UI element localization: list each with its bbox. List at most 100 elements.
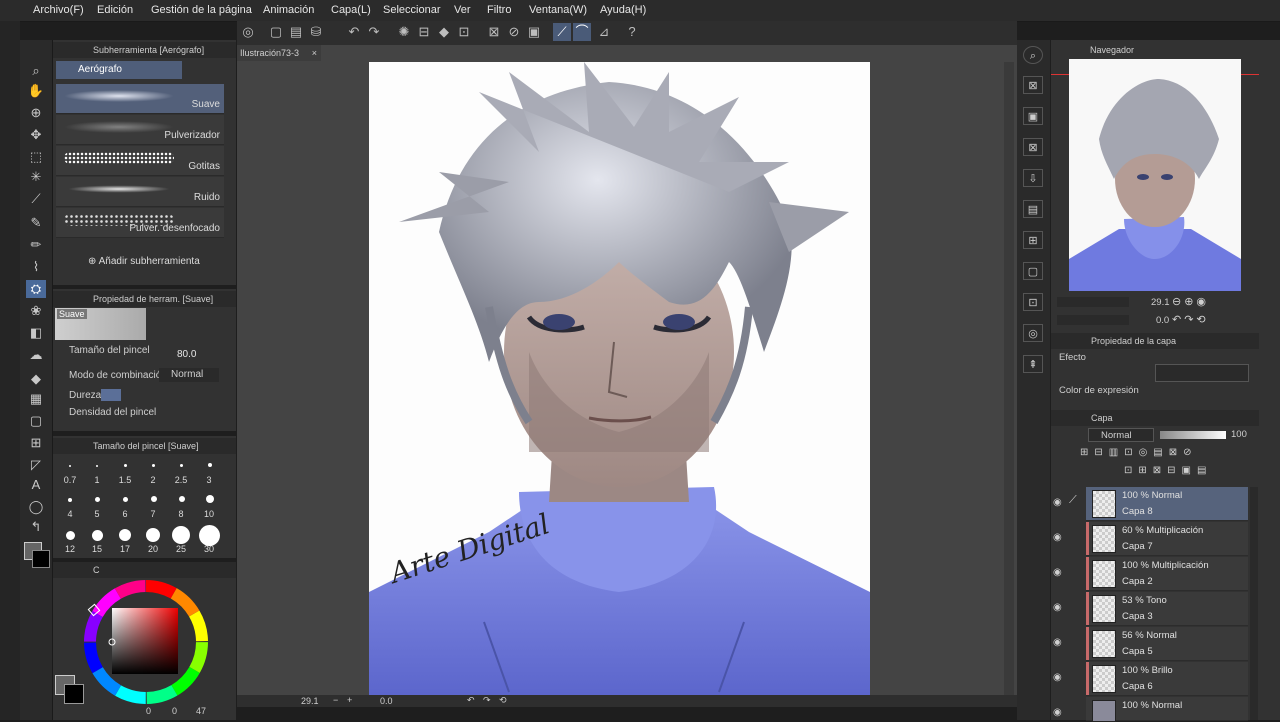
- layer-row[interactable]: 100 % Brillo Capa 6: [1086, 662, 1248, 696]
- help-icon[interactable]: ?: [623, 23, 641, 41]
- menu-filtro[interactable]: Filtro: [487, 4, 511, 16]
- blend-icon[interactable]: ☁: [26, 346, 46, 364]
- color-sub-swatch[interactable]: [64, 684, 84, 704]
- effect-buttons[interactable]: [1155, 364, 1249, 382]
- eye-icon[interactable]: ◉: [1053, 602, 1067, 614]
- panel-icon-9[interactable]: ◎: [1023, 324, 1043, 342]
- subtool-item-pulver-desenfocado[interactable]: Pulver. desenfocado: [56, 208, 224, 238]
- layer-row[interactable]: 60 % Multiplicación Capa 7: [1086, 522, 1248, 556]
- subtool-item-gotitas[interactable]: Gotitas: [56, 146, 224, 176]
- navigator-zoom-value[interactable]: 29.1: [1151, 297, 1170, 308]
- brush-size-0-7[interactable]: 0.7: [57, 475, 83, 485]
- invert-icon[interactable]: ▣: [525, 23, 543, 41]
- layer-row[interactable]: 100 % Normal: [1086, 697, 1248, 722]
- brush-size-15[interactable]: 15: [84, 544, 110, 554]
- zoom-icon[interactable]: ⌕: [26, 62, 46, 80]
- brush-size-8[interactable]: 8: [168, 509, 194, 519]
- brush-size-17[interactable]: 17: [112, 544, 138, 554]
- layer-blend-select[interactable]: Normal: [1088, 428, 1154, 442]
- navigator-rotation-slider[interactable]: [1057, 315, 1129, 325]
- panel-icon-5[interactable]: ▤: [1023, 200, 1043, 218]
- eye-icon[interactable]: ◉: [1053, 672, 1067, 684]
- pen-icon[interactable]: ✎: [26, 214, 46, 232]
- brush-size-10[interactable]: 10: [196, 509, 222, 519]
- hardness-selected[interactable]: [101, 389, 121, 401]
- menu-capa[interactable]: Capa(L): [331, 4, 371, 16]
- spinner-icon[interactable]: ✺: [395, 23, 413, 41]
- new-file-icon[interactable]: ▢: [267, 23, 285, 41]
- transform-icon[interactable]: ⊡: [455, 23, 473, 41]
- menu-seleccionar[interactable]: Seleccionar: [383, 4, 440, 16]
- crop-icon[interactable]: ⊠: [485, 23, 503, 41]
- artwork-canvas[interactable]: Arte Digital: [369, 62, 870, 695]
- ruler-icon[interactable]: ◸: [26, 456, 46, 474]
- panel-icon-4[interactable]: ⇩: [1023, 169, 1043, 187]
- brush-size-1[interactable]: 1: [84, 475, 110, 485]
- subtool-item-ruido[interactable]: Ruido: [56, 177, 224, 207]
- brush-size-6[interactable]: 6: [112, 509, 138, 519]
- figure-icon[interactable]: ▢: [26, 412, 46, 430]
- search-icon[interactable]: ⌕: [1023, 46, 1043, 64]
- eye-icon[interactable]: ◉: [1053, 497, 1067, 509]
- layer-row[interactable]: 56 % Normal Capa 5: [1086, 627, 1248, 661]
- layer-toolbar-2[interactable]: ⊡⊞⊠⊟▣▤: [1124, 465, 1248, 477]
- hand-icon[interactable]: ✋: [26, 82, 46, 100]
- document-tab[interactable]: Ilustración73-3 ×: [237, 45, 321, 61]
- undo-icon[interactable]: ↶: [345, 23, 363, 41]
- canvas-rotation-value[interactable]: 0.0: [380, 696, 393, 706]
- panel-icon-6[interactable]: ⊞: [1023, 231, 1043, 249]
- open-file-icon[interactable]: ▤: [287, 23, 305, 41]
- brush-size-12[interactable]: 12: [57, 544, 83, 554]
- redo-icon[interactable]: ↷: [365, 23, 383, 41]
- move-icon[interactable]: ✥: [26, 126, 46, 144]
- layers-scrollbar[interactable]: [1250, 487, 1258, 720]
- fill-bucket-icon[interactable]: ◆: [26, 370, 46, 388]
- blend-mode-select[interactable]: Normal: [159, 368, 219, 382]
- gradient-icon[interactable]: ▦: [26, 390, 46, 408]
- clear-icon[interactable]: ⊟: [415, 23, 433, 41]
- menu-ver[interactable]: Ver: [454, 4, 471, 16]
- brush-size-7[interactable]: 7: [140, 509, 166, 519]
- navigator-rotation-value[interactable]: 0.0: [1156, 315, 1169, 326]
- close-tab-icon[interactable]: ×: [312, 45, 317, 61]
- menu-archivo[interactable]: Archivo(F): [33, 4, 84, 16]
- decoration-icon[interactable]: ❀: [26, 302, 46, 320]
- subtool-group-tab[interactable]: Aerógrafo: [56, 61, 182, 79]
- eye-icon[interactable]: ◉: [1053, 707, 1067, 719]
- brush-size-3[interactable]: 3: [196, 475, 222, 485]
- brush-size-20[interactable]: 20: [140, 544, 166, 554]
- menu-edicion[interactable]: Edición: [97, 4, 133, 16]
- eye-icon[interactable]: ◉: [1053, 532, 1067, 544]
- layer-row[interactable]: 100 % Multiplicación Capa 2: [1086, 557, 1248, 591]
- panel-icon-8[interactable]: ⊡: [1023, 293, 1043, 311]
- panel-icon-1[interactable]: ⊠: [1023, 76, 1043, 94]
- vertical-scrollbar[interactable]: [1004, 62, 1014, 695]
- app-icon[interactable]: ◎: [239, 23, 257, 41]
- sub-color-swatch[interactable]: [32, 550, 50, 568]
- subtool-item-pulverizador[interactable]: Pulverizador: [56, 115, 224, 145]
- rotate-left-icon[interactable]: ↶: [467, 695, 475, 706]
- zoom-out-icon[interactable]: −: [333, 695, 338, 705]
- navigator-preview[interactable]: [1069, 59, 1241, 291]
- correct-line-icon[interactable]: ↰: [26, 518, 46, 536]
- ruler-snap-icon[interactable]: ⟋: [553, 23, 571, 41]
- navigator-zoom-slider[interactable]: [1057, 297, 1129, 307]
- subtool-item-suave[interactable]: Suave: [56, 84, 224, 114]
- curve-snap-icon[interactable]: ⌒: [573, 23, 591, 41]
- menu-animacion[interactable]: Animación: [263, 4, 314, 16]
- deselect-icon[interactable]: ⊘: [505, 23, 523, 41]
- brush-size-4[interactable]: 4: [57, 509, 83, 519]
- selection-icon[interactable]: ⬚: [26, 148, 46, 166]
- reset-rotation-icon[interactable]: ⟲: [499, 695, 507, 706]
- panel-icon-2[interactable]: ▣: [1023, 107, 1043, 125]
- layer-row[interactable]: 100 % Normal Capa 8: [1086, 487, 1248, 521]
- brush-size-1-5[interactable]: 1.5: [112, 475, 138, 485]
- panel-icon-7[interactable]: ▢: [1023, 262, 1043, 280]
- operation-icon[interactable]: ⊕: [26, 104, 46, 122]
- brush-size-25[interactable]: 25: [168, 544, 194, 554]
- menu-ventana[interactable]: Ventana(W): [529, 4, 587, 16]
- menu-ayuda[interactable]: Ayuda(H): [600, 4, 646, 16]
- eraser-icon[interactable]: ◧: [26, 324, 46, 342]
- brush-icon[interactable]: ⌇: [26, 258, 46, 276]
- save-icon[interactable]: ⛁: [307, 23, 325, 41]
